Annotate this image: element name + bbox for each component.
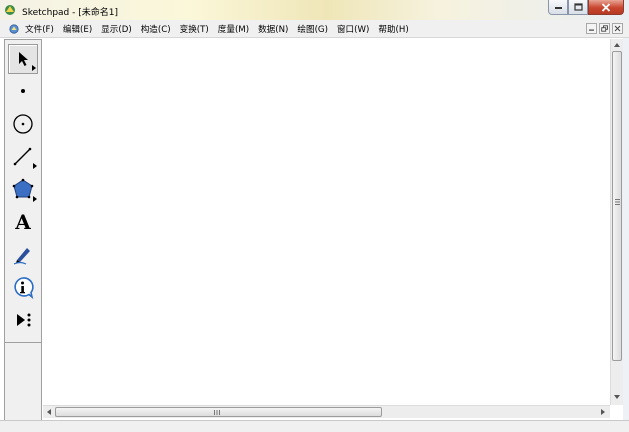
text-tool[interactable]: A — [8, 207, 38, 237]
close-button[interactable] — [588, 0, 624, 15]
menu-transform[interactable]: 变换(T) — [180, 23, 209, 35]
horizontal-scroll-thumb[interactable] — [55, 407, 382, 417]
compass-circle-icon — [13, 114, 33, 134]
point-tool[interactable] — [8, 76, 38, 106]
minimize-button[interactable] — [548, 0, 568, 15]
menu-construct[interactable]: 构造(C) — [141, 23, 171, 35]
straightedge-tool[interactable] — [8, 141, 38, 171]
marker-pen-icon — [13, 248, 30, 265]
scroll-up-arrow-icon[interactable] — [614, 43, 620, 47]
window-title: Sketchpad - [未命名1] — [22, 8, 118, 18]
scroll-right-arrow-icon[interactable] — [601, 409, 605, 415]
scroll-left-arrow-icon[interactable] — [47, 409, 51, 415]
straightedge-icon — [13, 147, 32, 166]
submenu-triangle-icon — [32, 65, 36, 71]
window-frame-edge — [623, 38, 629, 420]
menu-measure[interactable]: 度量(M) — [218, 23, 249, 35]
sketch-canvas[interactable] — [43, 39, 610, 404]
minimize-icon — [589, 29, 594, 31]
maximize-button[interactable] — [568, 0, 588, 15]
toolbox: A — [4, 39, 42, 343]
menu-help[interactable]: 帮助(H) — [378, 23, 408, 35]
doc-close-button[interactable] — [612, 23, 623, 34]
point-icon — [21, 89, 25, 93]
title-bar[interactable]: Sketchpad - [未命名1] — [0, 0, 629, 20]
polygon-icon — [12, 178, 34, 199]
custom-tools-icon — [17, 313, 31, 327]
toolbox-panel-background — [4, 343, 42, 420]
document-icon[interactable] — [9, 24, 19, 34]
minimize-icon — [554, 7, 562, 9]
status-bar — [0, 420, 629, 432]
menu-number[interactable]: 数据(N) — [258, 23, 288, 35]
menu-window[interactable]: 窗口(W) — [337, 23, 369, 35]
selection-arrow-icon — [19, 52, 28, 66]
horizontal-scrollbar[interactable] — [43, 405, 610, 418]
close-icon — [601, 2, 611, 12]
menu-display[interactable]: 显示(D) — [101, 23, 132, 35]
caption-buttons — [548, 0, 624, 18]
doc-restore-button[interactable] — [599, 23, 610, 34]
grip-icon — [615, 199, 620, 205]
information-icon — [14, 277, 34, 300]
doc-minimize-button[interactable] — [586, 23, 597, 34]
information-tool[interactable] — [8, 273, 38, 303]
sketchpad-app-icon — [5, 5, 15, 15]
selection-arrow-tool[interactable] — [8, 44, 38, 74]
text-icon: A — [15, 210, 31, 234]
document-window-buttons — [584, 23, 623, 34]
menu-edit[interactable]: 编辑(E) — [63, 23, 92, 35]
polygon-tool[interactable] — [8, 174, 38, 204]
submenu-triangle-icon — [33, 196, 37, 202]
marker-tool[interactable] — [8, 240, 38, 270]
grip-icon — [214, 410, 220, 415]
menu-bar: 文件(F) 编辑(E) 显示(D) 构造(C) 变换(T) 度量(M) 数据(N… — [0, 20, 629, 38]
menu-graph[interactable]: 绘图(G) — [297, 23, 328, 35]
scroll-down-arrow-icon[interactable] — [614, 395, 620, 399]
close-icon — [614, 25, 621, 32]
vertical-scroll-thumb[interactable] — [612, 51, 622, 361]
menu-file[interactable]: 文件(F) — [25, 23, 54, 35]
restore-icon — [601, 25, 608, 32]
submenu-triangle-icon — [33, 163, 37, 169]
custom-tools[interactable] — [8, 305, 38, 335]
compass-tool[interactable] — [8, 109, 38, 139]
menu-items: 文件(F) 编辑(E) 显示(D) 构造(C) 变换(T) 度量(M) 数据(N… — [25, 23, 418, 35]
maximize-icon — [573, 3, 583, 11]
vertical-scrollbar[interactable] — [610, 39, 623, 405]
